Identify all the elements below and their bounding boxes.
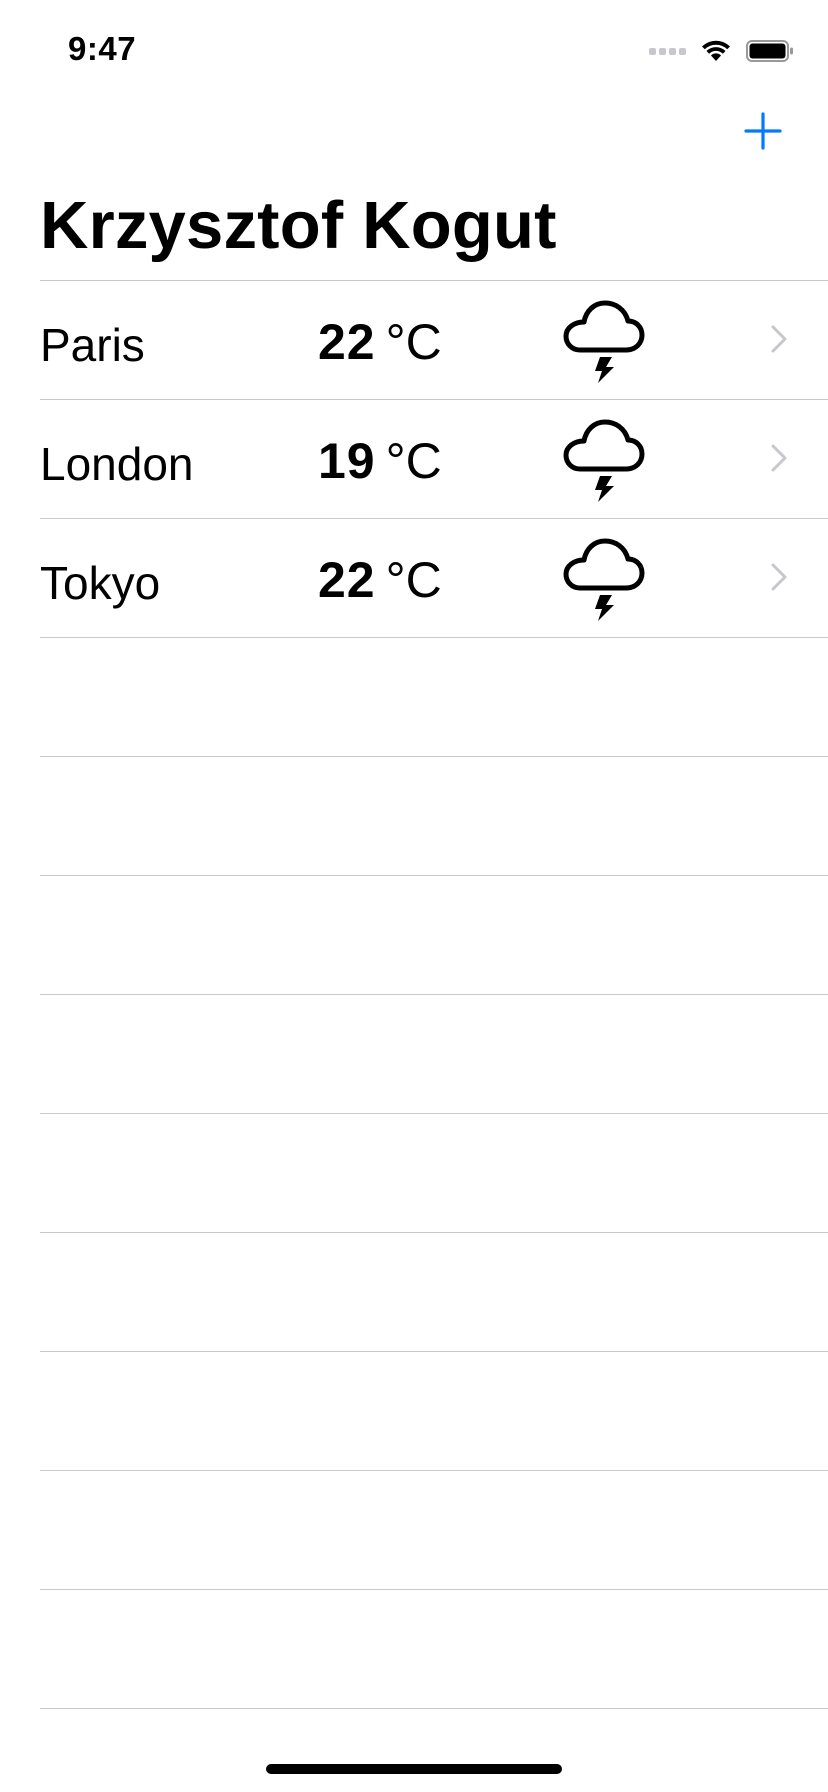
thunderstorm-icon [563, 300, 645, 383]
empty-row [40, 994, 828, 1113]
add-city-button[interactable] [738, 106, 788, 156]
wifi-icon [702, 40, 730, 61]
city-row-tokyo[interactable]: Tokyo 22 °C [40, 518, 828, 637]
empty-row [40, 1351, 828, 1470]
city-name: Paris [40, 319, 145, 371]
battery-icon [746, 40, 793, 62]
empty-row [40, 1470, 828, 1589]
city-name: Tokyo [40, 557, 161, 609]
temperature: 19 °C [318, 430, 442, 492]
city-name: London [40, 438, 194, 490]
page-title: Krzysztof Kogut [40, 188, 557, 263]
empty-row [40, 1232, 828, 1351]
thunderstorm-icon [563, 419, 645, 502]
empty-row [40, 1113, 828, 1232]
status-time: 9:47 [68, 30, 137, 67]
empty-row [40, 637, 828, 756]
thunderstorm-icon [563, 538, 645, 621]
temperature-unit: °C [385, 552, 442, 608]
city-row-london[interactable]: London 19 °C [40, 399, 828, 518]
empty-row [40, 756, 828, 875]
city-row-paris[interactable]: Paris 22 °C [40, 280, 828, 399]
plus-icon [744, 112, 782, 150]
temperature: 22 °C [318, 549, 442, 611]
empty-row [40, 875, 828, 994]
temperature-unit: °C [385, 433, 442, 489]
empty-row [40, 1589, 828, 1709]
status-icons [649, 36, 794, 66]
chevron-right-icon [771, 563, 787, 591]
temperature-value: 22 [318, 552, 376, 608]
cellular-signal-icon [649, 47, 686, 55]
chevron-right-icon [771, 444, 787, 472]
chevron-right-icon [771, 325, 787, 353]
temperature-unit: °C [385, 314, 442, 370]
home-indicator[interactable] [266, 1764, 562, 1774]
city-table: Paris 22 °C London 19 °C Tokyo 22 °C [40, 280, 828, 1709]
temperature-value: 22 [318, 314, 376, 370]
temperature: 22 °C [318, 311, 442, 373]
temperature-value: 19 [318, 433, 376, 489]
